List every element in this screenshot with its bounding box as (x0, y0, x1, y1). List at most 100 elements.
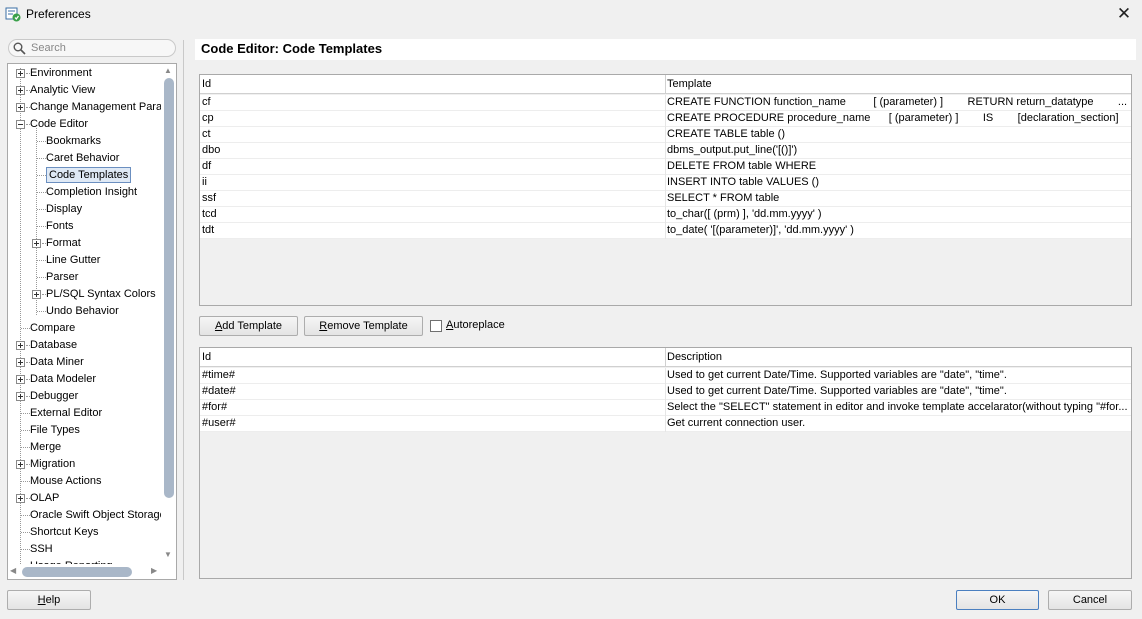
expand-icon[interactable] (16, 69, 25, 78)
tree-item-mouse-actions[interactable]: Mouse Actions (8, 473, 162, 490)
preferences-app-icon (5, 7, 21, 22)
column-header-template[interactable]: Template (667, 78, 712, 90)
cell-description: Select the "SELECT" statement in editor … (667, 401, 1128, 413)
tree-item-bookmarks[interactable]: Bookmarks (8, 133, 162, 150)
expand-icon[interactable] (16, 375, 25, 384)
tree-item-display[interactable]: Display (8, 201, 162, 218)
column-divider (665, 223, 666, 239)
table-row[interactable]: tdt to_date( '[(parameter)]', 'dd.mm.yyyy… (200, 223, 1131, 239)
variables-table[interactable]: Id Description #time# Used to get current… (199, 347, 1132, 579)
tree-item-pl-sql-syntax-colors[interactable]: PL/SQL Syntax Colors (8, 286, 162, 303)
table-row[interactable]: cf CREATE FUNCTION function_name [ (param… (200, 95, 1131, 111)
column-header-id[interactable]: Id (202, 351, 211, 363)
tree-item-database[interactable]: Database (8, 337, 162, 354)
cell-id: cp (202, 112, 214, 124)
scroll-left-arrow-icon[interactable]: ◀ (10, 566, 16, 575)
autoreplace-label[interactable]: Autoreplace (446, 319, 505, 331)
close-icon[interactable]: ✕ (1112, 3, 1136, 25)
tree-item-data-modeler[interactable]: Data Modeler (8, 371, 162, 388)
add-template-button[interactable]: Add Template (199, 316, 298, 336)
column-divider (665, 191, 666, 207)
expand-icon[interactable] (16, 460, 25, 469)
table-row[interactable]: ct CREATE TABLE table () (200, 127, 1131, 143)
column-header-id[interactable]: Id (202, 78, 211, 90)
search-input[interactable] (31, 41, 171, 55)
expand-icon[interactable] (16, 358, 25, 367)
tree-item-code-editor[interactable]: Code Editor (8, 116, 162, 133)
tree-item-shortcut-keys[interactable]: Shortcut Keys (8, 524, 162, 541)
expand-icon[interactable] (16, 392, 25, 401)
table-row[interactable]: cp CREATE PROCEDURE procedure_name [ (par… (200, 111, 1131, 127)
expand-icon[interactable] (16, 341, 25, 350)
table-row[interactable]: dbo dbms_output.put_line('[()]') (200, 143, 1131, 159)
cell-template: to_char([ (prm) ], 'dd.mm.yyyy' ) (667, 208, 822, 220)
tree-item-oracle-swift-object-storage[interactable]: Oracle Swift Object Storage (8, 507, 162, 524)
scroll-thumb[interactable] (164, 78, 174, 498)
table-row[interactable]: df DELETE FROM table WHERE (200, 159, 1131, 175)
tree-item-line-gutter[interactable]: Line Gutter (8, 252, 162, 269)
autoreplace-checkbox[interactable] (430, 320, 442, 332)
column-divider[interactable] (665, 348, 666, 367)
expand-icon[interactable] (16, 103, 25, 112)
table-row[interactable]: ssf SELECT * FROM table (200, 191, 1131, 207)
tree-item-label: Debugger (30, 390, 79, 402)
tree-item-debugger[interactable]: Debugger (8, 388, 162, 405)
scroll-thumb[interactable] (22, 567, 132, 577)
tree-item-environment[interactable]: Environment (8, 65, 162, 82)
table-row[interactable]: #user# Get current connection user. (200, 416, 1131, 432)
table-row[interactable]: #date# Used to get current Date/Time. Sup… (200, 384, 1131, 400)
preferences-tree[interactable]: Environment Analytic View Change Managemen… (7, 63, 177, 580)
cell-id: #for# (202, 401, 228, 413)
cancel-button[interactable]: Cancel (1048, 590, 1132, 610)
scroll-up-arrow-icon[interactable]: ▲ (164, 66, 172, 75)
tree-connector (21, 413, 30, 414)
tree-item-analytic-view[interactable]: Analytic View (8, 82, 162, 99)
tree-connector (21, 430, 30, 431)
tree-item-undo-behavior[interactable]: Undo Behavior (8, 303, 162, 320)
tree-item-ssh[interactable]: SSH (8, 541, 162, 558)
tree-vertical-scrollbar[interactable]: ▲ ▼ (161, 64, 176, 564)
column-header-description[interactable]: Description (667, 351, 722, 363)
scroll-right-arrow-icon[interactable]: ▶ (151, 566, 157, 575)
tree-item-label: Line Gutter (46, 254, 101, 266)
ok-button[interactable]: OK (956, 590, 1039, 610)
cell-id: cf (202, 96, 211, 108)
templates-table[interactable]: Id Template cf CREATE FUNCTION function_n… (199, 74, 1132, 306)
search-box[interactable] (8, 39, 176, 57)
column-divider[interactable] (665, 75, 666, 94)
tree-item-file-types[interactable]: File Types (8, 422, 162, 439)
help-button[interactable]: Help (7, 590, 91, 610)
column-divider (665, 175, 666, 191)
expand-icon[interactable] (16, 86, 25, 95)
expand-icon[interactable] (32, 239, 41, 248)
tree-item-external-editor[interactable]: External Editor (8, 405, 162, 422)
tree-item-parser[interactable]: Parser (8, 269, 162, 286)
tree-item-label: Caret Behavior (46, 152, 120, 164)
expand-icon[interactable] (16, 494, 25, 503)
scroll-down-arrow-icon[interactable]: ▼ (164, 550, 172, 559)
tree-item-olap[interactable]: OLAP (8, 490, 162, 507)
tree-item-label: Parser (46, 271, 79, 283)
cell-template: CREATE FUNCTION function_name [ (paramet… (667, 96, 1128, 108)
tree-item-code-templates[interactable]: Code Templates (8, 167, 162, 184)
tree-item-caret-behavior[interactable]: Caret Behavior (8, 150, 162, 167)
table-row[interactable]: #time# Used to get current Date/Time. Sup… (200, 368, 1131, 384)
expand-icon[interactable] (32, 290, 41, 299)
tree-item-compare[interactable]: Compare (8, 320, 162, 337)
table-row[interactable]: ii INSERT INTO table VALUES () (200, 175, 1131, 191)
collapse-icon[interactable] (16, 120, 25, 129)
tree-item-migration[interactable]: Migration (8, 456, 162, 473)
table-row[interactable]: tcd to_char([ (prm) ], 'dd.mm.yyyy' ) (200, 207, 1131, 223)
tree-item-change-management-parar[interactable]: Change Management Parar (8, 99, 162, 116)
remove-template-button[interactable]: Remove Template (304, 316, 423, 336)
tree-item-format[interactable]: Format (8, 235, 162, 252)
table-row[interactable]: #for# Select the "SELECT" statement in ed… (200, 400, 1131, 416)
tree-item-data-miner[interactable]: Data Miner (8, 354, 162, 371)
tree-item-label: Data Miner (30, 356, 84, 368)
tree-connector (37, 175, 46, 176)
pane-splitter[interactable] (183, 40, 184, 580)
tree-item-fonts[interactable]: Fonts (8, 218, 162, 235)
tree-item-merge[interactable]: Merge (8, 439, 162, 456)
tree-horizontal-scrollbar[interactable]: ◀ ▶ (8, 564, 176, 579)
tree-item-completion-insight[interactable]: Completion Insight (8, 184, 162, 201)
